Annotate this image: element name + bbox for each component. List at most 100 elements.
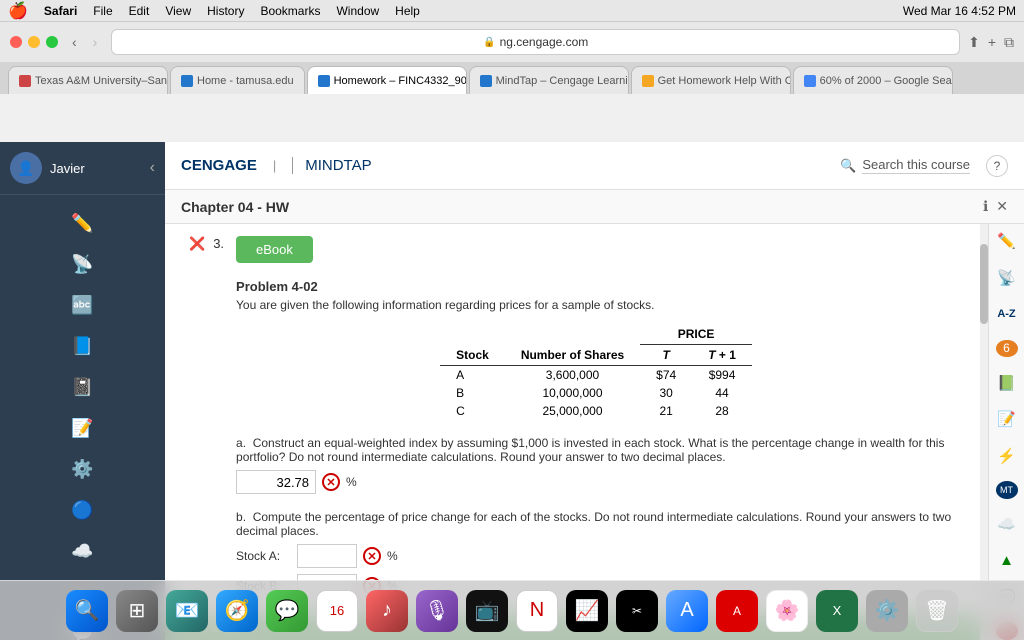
browser-toolbar: ‹ › 🔒 ng.cengage.com ⬆ + ⧉	[0, 22, 1024, 62]
price-header: PRICE	[640, 324, 752, 345]
stock-a-row: Stock A: ✕ %	[236, 544, 956, 568]
scroll-track[interactable]	[980, 224, 988, 640]
dock-trash[interactable]: 🗑	[916, 590, 958, 632]
tool-mindtap[interactable]: MT	[996, 481, 1018, 499]
back-btn[interactable]: ‹	[66, 32, 83, 52]
menu-bookmarks[interactable]: Bookmarks	[260, 4, 320, 18]
stock-a-input[interactable]	[297, 544, 357, 568]
address-bar[interactable]: 🔒 ng.cengage.com	[111, 29, 960, 55]
tool-az[interactable]: A-Z	[993, 303, 1021, 326]
dock-stocks[interactable]: 📈	[566, 590, 608, 632]
col-shares: Number of Shares	[505, 345, 640, 366]
part-b-desc: Compute the percentage of price change f…	[236, 510, 951, 538]
sidebar-icon-notebook[interactable]: 📓	[0, 369, 165, 406]
help-btn[interactable]: ?	[986, 155, 1008, 177]
dock-messages[interactable]: 💬	[266, 590, 308, 632]
ebook-btn[interactable]: eBook	[236, 236, 313, 263]
tool-pencil[interactable]: ✏️	[993, 230, 1021, 253]
close-window-btn[interactable]	[10, 36, 22, 48]
sidebar-icon-rss[interactable]: 📡	[0, 246, 165, 283]
dock-appstore[interactable]: A	[666, 590, 708, 632]
sidebar-icon-notepad[interactable]: 📝	[0, 410, 165, 447]
sidebar-icon-settings[interactable]: ⚙️	[0, 451, 165, 488]
tab-3-label: Homework – FINC4332_900_2...	[334, 75, 467, 87]
part-a: a. Construct an equal-weighted index by …	[236, 436, 956, 494]
apple-menu[interactable]: 🍎	[8, 1, 28, 21]
forward-btn[interactable]: ›	[87, 32, 104, 52]
problem-description: You are given the following information …	[236, 298, 956, 312]
dock-launchpad[interactable]: ⊞	[116, 590, 158, 632]
dock-acrobat[interactable]: A	[716, 590, 758, 632]
sidebar-collapse-btn[interactable]: ‹	[150, 159, 155, 177]
share-btn[interactable]: ⬆	[968, 34, 980, 51]
fullscreen-window-btn[interactable]	[46, 36, 58, 48]
tab-1-label: Texas A&M University–San Anto...	[35, 75, 168, 87]
tool-triangle[interactable]: ▲	[993, 549, 1021, 572]
dock-excel[interactable]: X	[816, 590, 858, 632]
menu-view[interactable]: View	[165, 4, 191, 18]
chapter-header: Chapter 04 - HW ℹ ✕	[165, 190, 1024, 224]
dock-appletv[interactable]: 📺	[466, 590, 508, 632]
col-t: T	[640, 345, 692, 366]
sidebar-icon-cloud[interactable]: ☁️	[0, 533, 165, 570]
menu-window[interactable]: Window	[336, 4, 379, 18]
dock-news[interactable]: N	[516, 590, 558, 632]
sidebar-username: Javier	[50, 161, 85, 176]
tab-1[interactable]: Texas A&M University–San Anto...	[8, 66, 168, 94]
tool-notepad[interactable]: 📝	[993, 408, 1021, 431]
main-wrapper: CENGAGE | MINDTAP 🔍 Search this course ?…	[165, 142, 1024, 640]
tool-b[interactable]: 6	[996, 340, 1018, 358]
sidebar-icon-b[interactable]: 📘	[0, 328, 165, 365]
dock-finder[interactable]: 🔍	[66, 590, 108, 632]
mac-menubar: 🍎 Safari File Edit View History Bookmark…	[0, 0, 1024, 22]
traffic-lights	[10, 36, 58, 48]
mindtap-logo: MINDTAP	[292, 157, 371, 174]
sidebar-icons: ✏️ 📡 🔤 📘 📓 📝 ⚙️ 🔵 ☁️ 🔺 💬 ⭕	[0, 195, 165, 640]
dock-mail[interactable]: 📧	[166, 590, 208, 632]
menu-safari[interactable]: Safari	[44, 4, 77, 18]
menu-file[interactable]: File	[93, 4, 112, 18]
ebook-row: eBook	[236, 236, 956, 271]
tab-3[interactable]: Homework – FINC4332_900_2...	[307, 66, 467, 94]
sidebar-icon-pencil[interactable]: ✏️	[0, 205, 165, 242]
sidebar: 👤 Javier ‹ ✏️ 📡 🔤 📘 📓 📝 ⚙️ 🔵 ☁️ 🔺 💬 ⭕	[0, 142, 165, 640]
dock-calendar[interactable]: 16	[316, 590, 358, 632]
dock-music[interactable]: ♪	[366, 590, 408, 632]
search-course-area: 🔍 Search this course	[840, 157, 970, 174]
tool-rss[interactable]: 📡	[993, 267, 1021, 290]
tool-cloud[interactable]: ☁️	[993, 513, 1021, 536]
tab-2[interactable]: Home - tamusa.edu	[170, 66, 305, 94]
tool-book[interactable]: 📗	[993, 371, 1021, 394]
tab-4[interactable]: MindTap – Cengage Learning	[469, 66, 629, 94]
tab-5[interactable]: Get Homework Help With Cheg...	[631, 66, 791, 94]
dock-settings[interactable]: ⚙️	[866, 590, 908, 632]
search-icon: 🔍	[840, 158, 856, 174]
dock-photos[interactable]: 🌸	[766, 590, 808, 632]
dock-capcut[interactable]: ✂	[616, 590, 658, 632]
sidebar-icon-az[interactable]: 🔤	[0, 287, 165, 324]
menu-help[interactable]: Help	[395, 4, 420, 18]
tab-6[interactable]: 60% of 2000 – Google Search	[793, 66, 953, 94]
part-a-error-icon: ✕	[322, 473, 340, 491]
minimize-window-btn[interactable]	[28, 36, 40, 48]
menu-edit[interactable]: Edit	[129, 4, 150, 18]
part-a-label: a. Construct an equal-weighted index by …	[236, 436, 956, 464]
part-a-input[interactable]	[236, 470, 316, 494]
menubar-right: Wed Mar 16 4:52 PM	[903, 4, 1016, 18]
close-btn[interactable]: ✕	[996, 198, 1008, 215]
new-tab-btn[interactable]: +	[988, 34, 996, 50]
tabs-overview-btn[interactable]: ⧉	[1004, 34, 1014, 51]
dock-podcasts[interactable]: 🎙	[416, 590, 458, 632]
search-course-label[interactable]: Search this course	[862, 157, 970, 174]
part-a-input-row: ✕ %	[236, 470, 956, 494]
sidebar-icon-brand[interactable]: 🔵	[0, 492, 165, 529]
problem-area: ❌ 3. eBook Problem 4-02 You are given th…	[165, 224, 980, 640]
info-btn[interactable]: ℹ	[983, 198, 988, 215]
dock-safari[interactable]: 🧭	[216, 590, 258, 632]
tool-electric[interactable]: ⚡	[993, 444, 1021, 467]
scroll-thumb[interactable]	[980, 244, 988, 324]
table-row-b: B10,000,0003044	[440, 384, 752, 402]
remove-problem-icon[interactable]: ❌	[189, 236, 205, 252]
col-t1: T + 1	[692, 345, 752, 366]
menu-history[interactable]: History	[207, 4, 244, 18]
